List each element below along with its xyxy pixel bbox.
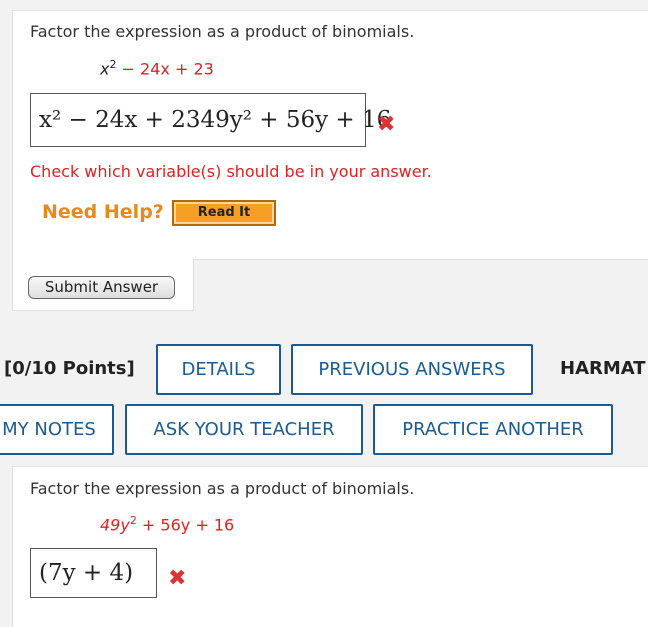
question1-prompt: Factor the expression as a product of bi… [30,22,415,41]
expr-rest: − 24x + 23 [116,59,214,79]
question1-answer-text: x² − 24x + 2349y² + 56y + 16 [39,107,392,133]
question2-points: [0/10 Points] [4,358,135,379]
expr2-rest: + 56y + 16 [136,515,235,535]
question1-hint: Check which variable(s) should be in you… [30,162,432,181]
my-notes-label: MY NOTES [2,419,96,440]
question2-prompt: Factor the expression as a product of bi… [30,479,415,498]
need-help-label: Need Help? [42,201,164,223]
expr2-exponent: 2 [129,514,137,527]
ask-your-teacher-button[interactable]: ASK YOUR TEACHER [125,404,363,455]
question2-answer-field[interactable]: (7y + 4) [30,548,157,598]
x-mark-icon: ✖ [168,566,187,591]
source-label: HARMAT [560,358,646,379]
read-it-button[interactable]: Read It [172,200,276,226]
details-button[interactable]: DETAILS [156,344,281,395]
question1-expression: x2 − 24x + 23 [100,58,214,78]
my-notes-button[interactable]: MY NOTES [0,404,114,455]
question2-answer-text: (7y + 4) [39,560,134,586]
submit-answer-button[interactable]: Submit Answer [28,276,175,299]
practice-another-button[interactable]: PRACTICE ANOTHER [373,404,613,455]
previous-answers-button[interactable]: PREVIOUS ANSWERS [291,344,533,395]
x-mark-icon: ✖ [377,112,396,137]
question2-expression: 49y2 + 56y + 16 [100,514,234,534]
question1-answer-field[interactable]: x² − 24x + 2349y² + 56y + 16 [30,93,391,147]
expr2-base: 49y [100,515,130,535]
